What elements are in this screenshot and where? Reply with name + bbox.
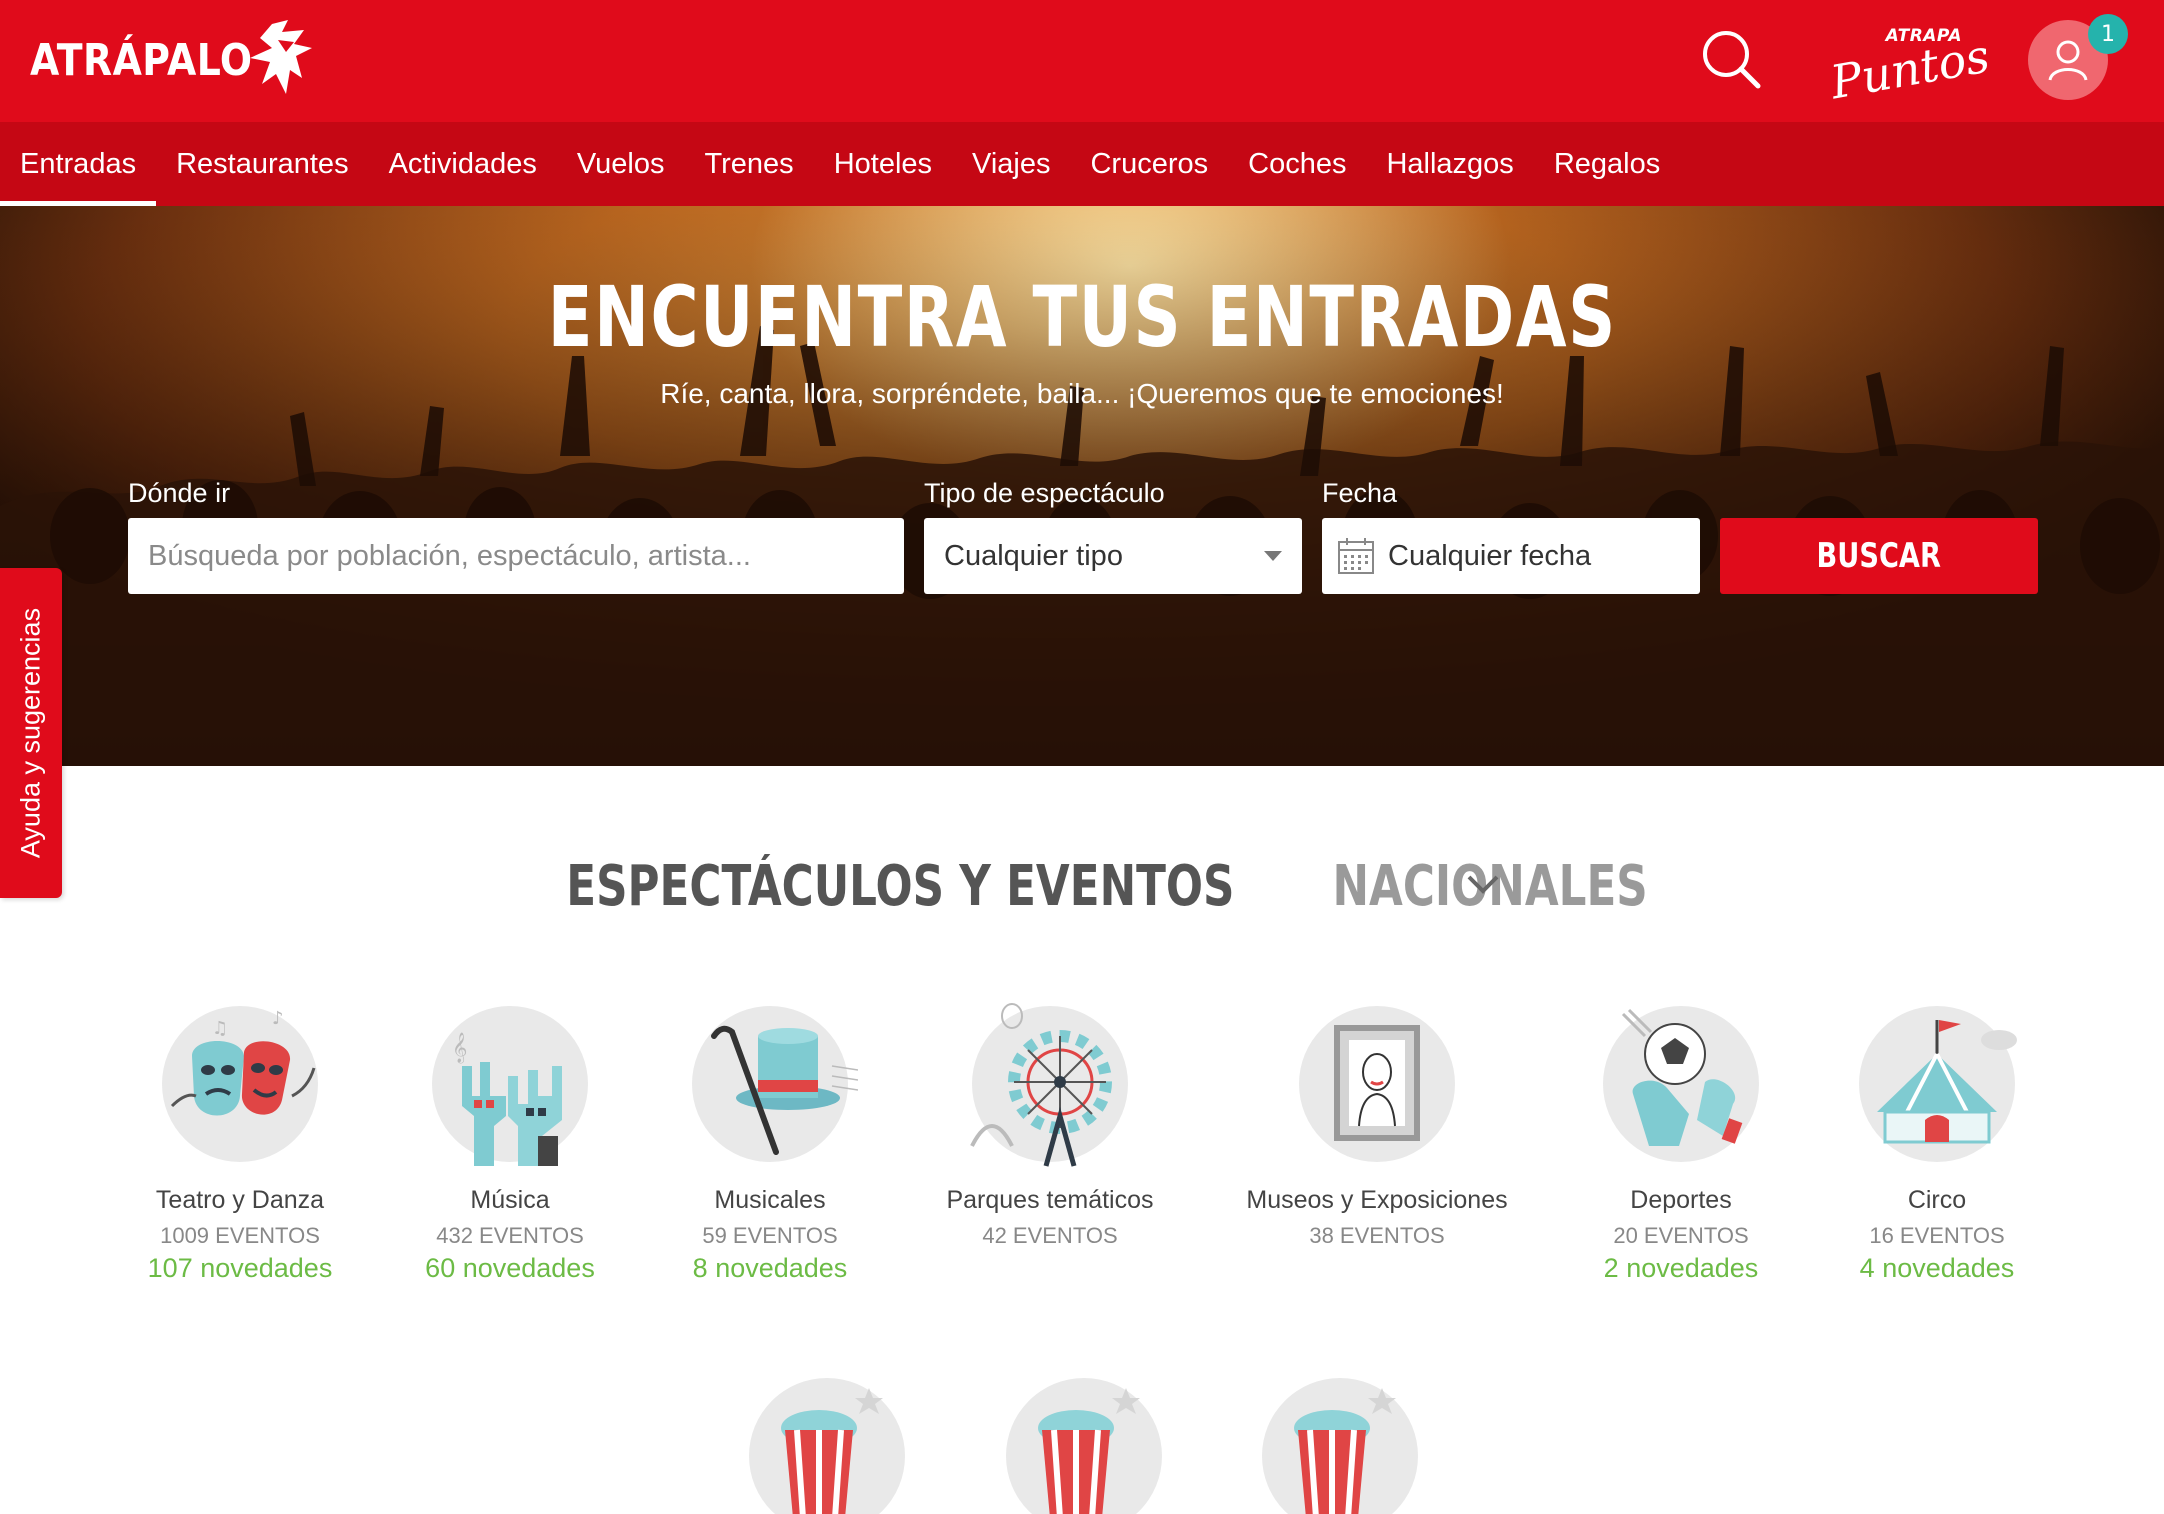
- section-title: ESPECTÁCULOS Y EVENTOS NACIONALES: [0, 854, 2164, 919]
- category-museos-exposiciones[interactable]: Museos y Exposiciones 38 EVENTOS: [1217, 1006, 1537, 1253]
- user-icon: [2048, 40, 2088, 81]
- category-name: Circo: [1907, 1186, 1967, 1214]
- ferris-wheel-icon: [970, 1003, 1112, 1167]
- where-label: Dónde ir: [128, 478, 231, 508]
- category-cine-2[interactable]: [1006, 1378, 1162, 1514]
- section-title-main: ESPECTÁCULOS Y EVENTOS: [565, 854, 1235, 919]
- help-feedback-tab[interactable]: Ayuda y sugerencias: [0, 568, 62, 898]
- help-feedback-label: Ayuda y sugerencias: [15, 607, 46, 859]
- atrapa-puntos-link[interactable]: ATRAPA Puntos: [1827, 22, 1994, 109]
- top-hat-icon: [711, 1025, 858, 1155]
- category-circle: [692, 1006, 858, 1162]
- nav-item-hallazgos[interactable]: Hallazgos: [1366, 122, 1533, 206]
- category-musicales[interactable]: Musicales 59 EVENTOS 8 novedades: [610, 1006, 930, 1284]
- chevron-down-icon: [1264, 551, 1282, 561]
- category-name: Parques temáticos: [946, 1186, 1154, 1214]
- nav-item-viajes[interactable]: Viajes: [952, 122, 1070, 206]
- category-name: Musicales: [714, 1186, 826, 1214]
- show-type-value: Cualquier tipo: [944, 539, 1123, 572]
- nav-item-vuelos[interactable]: Vuelos: [557, 122, 685, 206]
- where-search-input[interactable]: [128, 518, 904, 594]
- type-label: Tipo de espectáculo: [924, 478, 1165, 508]
- category-circle: [1859, 1006, 2017, 1162]
- category-circle: [1299, 1006, 1455, 1162]
- main-nav: Entradas Restaurantes Actividades Vuelos…: [0, 122, 2164, 206]
- svg-text:𝄞: 𝄞: [452, 1032, 467, 1064]
- show-type-select[interactable]: Cualquier tipo: [924, 518, 1302, 594]
- rock-hands-icon: 𝄞: [452, 1032, 562, 1166]
- svg-text:♫: ♫: [212, 1018, 228, 1039]
- nav-item-regalos[interactable]: Regalos: [1534, 122, 1680, 206]
- category-cine-1[interactable]: [749, 1378, 905, 1514]
- date-value: Cualquier fecha: [1388, 539, 1592, 572]
- nav-item-hoteles[interactable]: Hoteles: [814, 122, 952, 206]
- category-count: 42 EVENTOS: [982, 1223, 1118, 1248]
- where-field-wrapper: [128, 518, 904, 594]
- buscar-button[interactable]: BUSCAR: [1720, 518, 2038, 594]
- nav-item-restaurantes[interactable]: Restaurantes: [156, 122, 369, 206]
- hero-banner: ENCUENTRA TUS ENTRADAS Ríe, canta, llora…: [0, 206, 2164, 766]
- svg-text:♪: ♪: [272, 1008, 284, 1029]
- calendar-icon: [1338, 538, 1374, 574]
- category-count: 38 EVENTOS: [1309, 1223, 1445, 1248]
- date-picker-field[interactable]: Cualquier fecha: [1322, 518, 1700, 594]
- category-circle: ♫ ♪: [162, 1006, 318, 1162]
- framed-painting-icon: [1334, 1025, 1420, 1141]
- nav-item-cruceros[interactable]: Cruceros: [1070, 122, 1228, 206]
- notification-badge: 1: [2088, 14, 2128, 54]
- category-new: 8 novedades: [692, 1253, 848, 1283]
- nav-item-entradas[interactable]: Entradas: [0, 122, 157, 206]
- theater-masks-icon: ♫ ♪: [170, 1008, 316, 1116]
- nav-item-actividades[interactable]: Actividades: [369, 122, 557, 206]
- puntos-script-label: Puntos: [1826, 28, 1994, 110]
- search-icon[interactable]: [1700, 28, 1762, 90]
- category-circle: [1603, 1006, 1759, 1162]
- chevron-down-icon[interactable]: [1466, 872, 1500, 896]
- top-header: ATRÁPALO ATRAPA Puntos 1: [0, 0, 2164, 122]
- category-circle: [970, 1003, 1128, 1167]
- logo-text: ATRÁPALO: [30, 34, 253, 86]
- category-count: 16 EVENTOS: [1869, 1223, 2005, 1248]
- popcorn-icon: [781, 1388, 883, 1514]
- category-parques-tematicos[interactable]: Parques temáticos 42 EVENTOS: [890, 1003, 1210, 1253]
- category-circle: 𝄞: [432, 1006, 588, 1166]
- soccer-goalkeeper-icon: [1621, 1008, 1743, 1146]
- category-circo[interactable]: Circo 16 EVENTOS 4 novedades: [1777, 1006, 2097, 1284]
- circus-tent-icon: [1877, 1020, 2017, 1144]
- category-name: Museos y Exposiciones: [1246, 1186, 1508, 1214]
- logo-jumper-icon: [250, 20, 312, 94]
- date-label: Fecha: [1322, 478, 1398, 508]
- category-cine-3[interactable]: [1262, 1378, 1418, 1514]
- popcorn-icon: [1294, 1388, 1396, 1514]
- category-new: 4 novedades: [1859, 1253, 2015, 1283]
- nav-item-trenes[interactable]: Trenes: [685, 122, 814, 206]
- category-count: 59 EVENTOS: [702, 1223, 838, 1248]
- nav-item-coches[interactable]: Coches: [1228, 122, 1366, 206]
- atrapalo-logo[interactable]: ATRÁPALO: [30, 18, 312, 102]
- hero-subtitle: Ríe, canta, llora, sorpréndete, baila...…: [660, 378, 1504, 409]
- hero-title: ENCUENTRA TUS ENTRADAS: [547, 268, 1617, 366]
- popcorn-icon: [1038, 1388, 1140, 1514]
